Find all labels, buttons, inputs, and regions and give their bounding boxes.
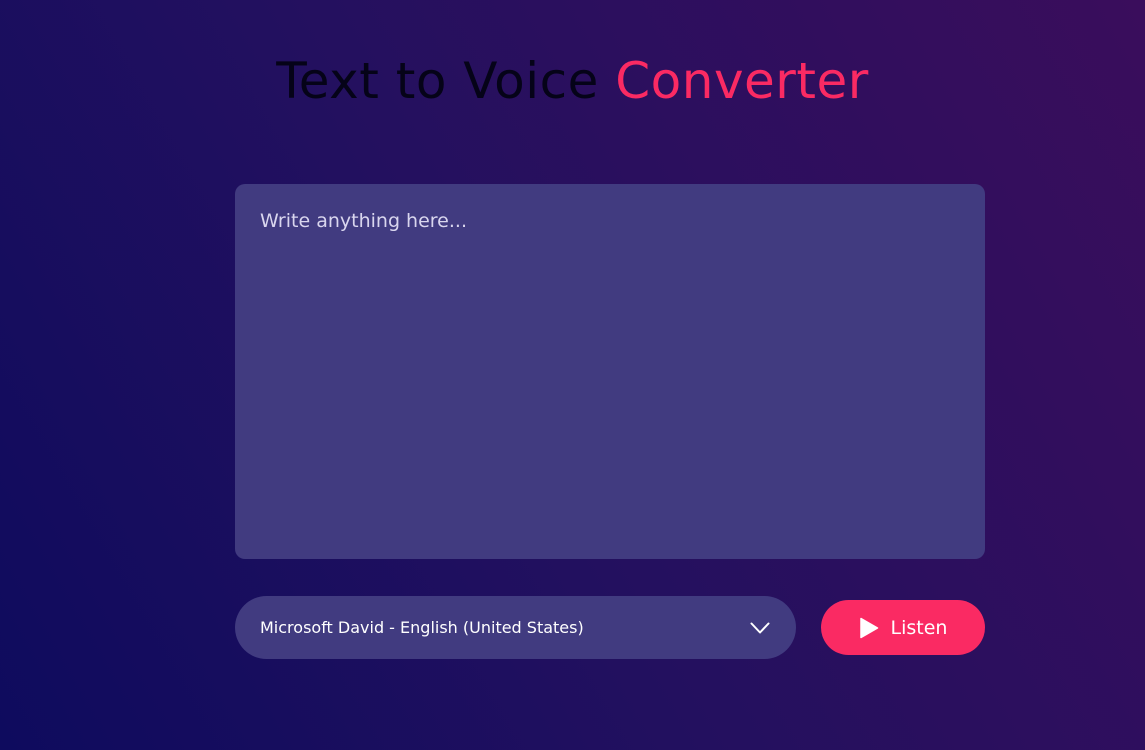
text-input[interactable] [235,184,985,559]
page-title: Text to Voice Converter [0,52,1145,110]
play-icon [859,617,879,639]
listen-button[interactable]: Listen [821,600,985,655]
voice-select[interactable]: Microsoft David - English (United States… [235,596,796,659]
listen-button-label: Listen [890,616,948,639]
text-input-panel [235,184,985,559]
voice-select-value: Microsoft David - English (United States… [260,618,584,637]
title-accent-text: Converter [615,52,869,110]
chevron-down-icon [749,617,771,639]
title-text: Text to Voice [276,52,616,110]
